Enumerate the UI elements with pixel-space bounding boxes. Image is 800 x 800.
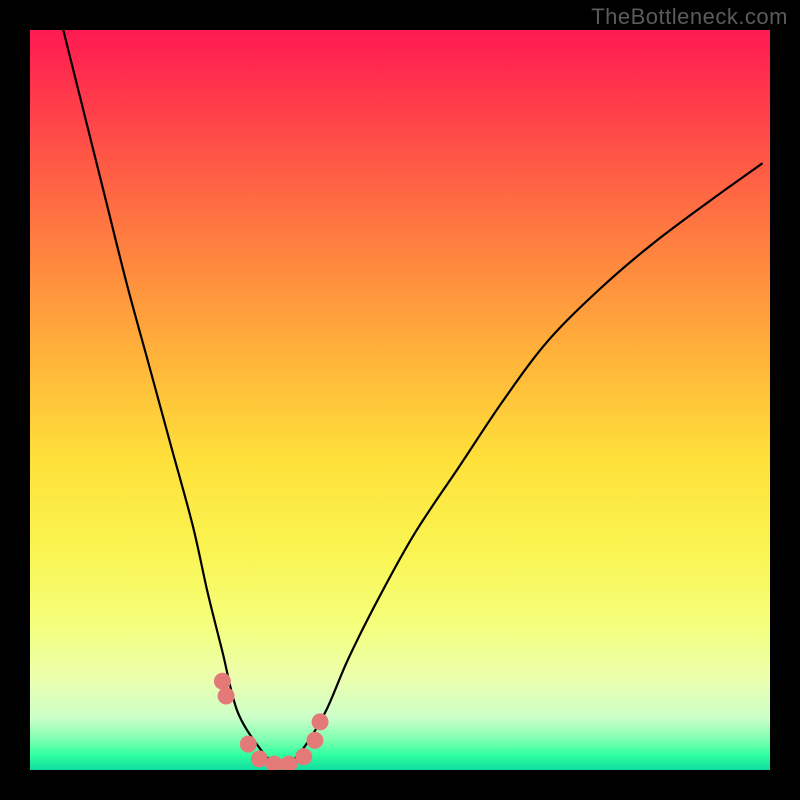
chart-frame: TheBottleneck.com (0, 0, 800, 800)
marker-dot (218, 688, 235, 705)
bottleneck-curve (60, 30, 763, 764)
marker-dot (306, 732, 323, 749)
curve-layer (30, 30, 770, 770)
marker-dot (251, 750, 268, 767)
marker-dot (295, 748, 312, 765)
watermark-text: TheBottleneck.com (591, 4, 788, 30)
marker-dot (214, 673, 231, 690)
marker-dot (312, 713, 329, 730)
plot-area (30, 30, 770, 770)
marker-dot (240, 736, 257, 753)
